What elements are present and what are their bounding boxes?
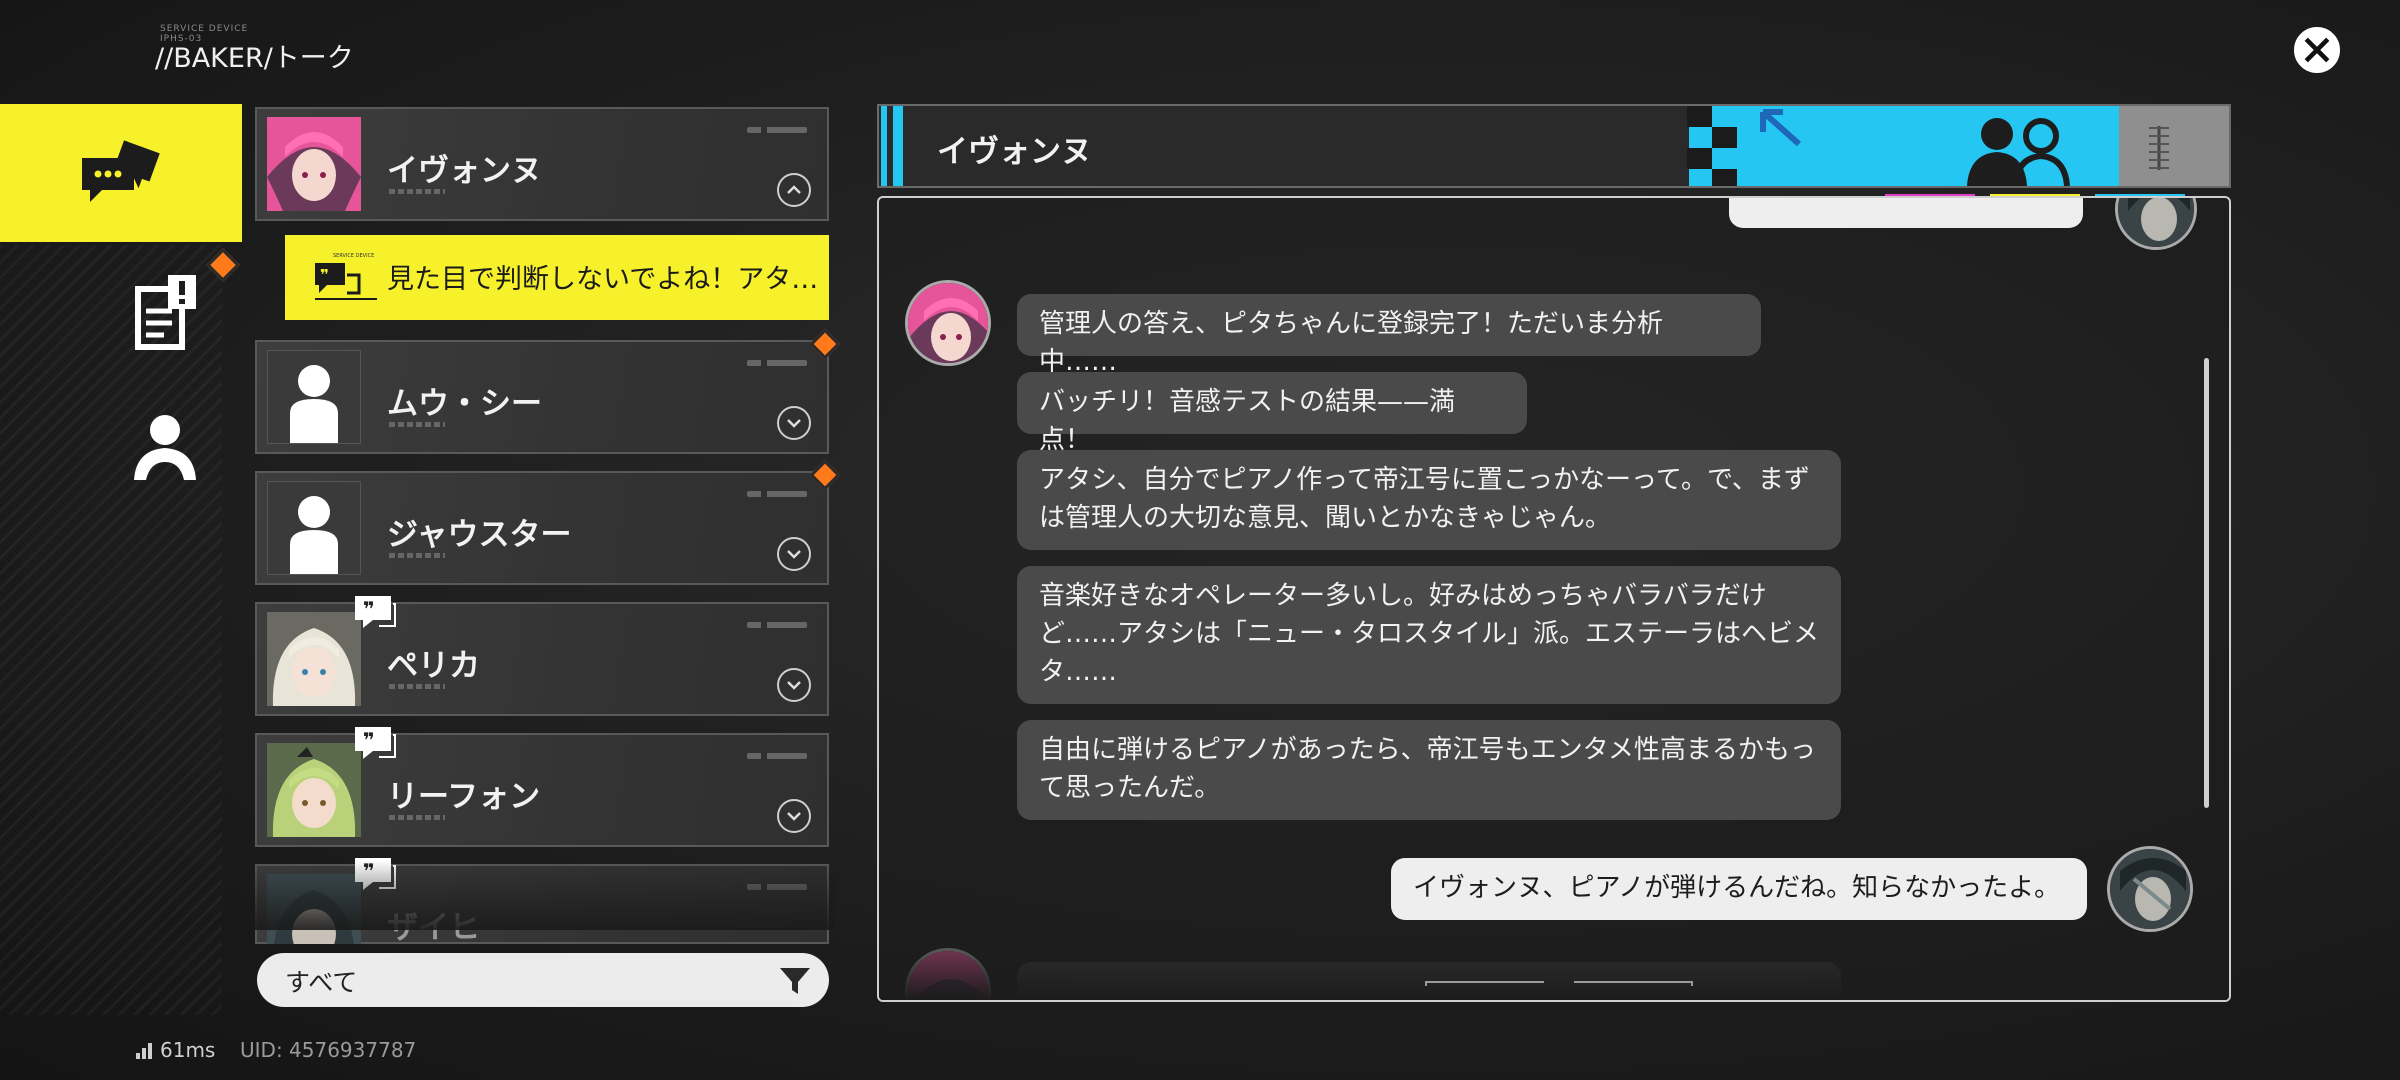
contact-card[interactable]: ジャウスター (255, 459, 841, 585)
contact-name: ムウ・シー (387, 386, 542, 422)
svg-text:❞: ❞ (363, 597, 375, 621)
message-bubble: 音楽好きなオペレーター多いし。好みはめっちゃバラバラだけど……アタシは「ニュー・… (1017, 566, 1841, 704)
chevron-down-icon (787, 419, 801, 428)
accent-bar (893, 106, 903, 186)
preview-text: 見た目で判断しないでよね！アタ… (387, 264, 819, 295)
list-fade (255, 860, 835, 930)
page-title: //BAKER/トーク (155, 43, 354, 74)
notification-dot (809, 328, 841, 360)
self-avatar (2107, 846, 2193, 932)
svg-text:❞: ❞ (363, 728, 375, 752)
message-bubble: バッチリ！音感テストの結果——満点！ (1017, 372, 1527, 455)
chat-body[interactable]: 管理人の答え、ピタちゃんに登録完了！ただいま分析中…… バッチリ！音感テストの結… (877, 196, 2231, 1002)
partner-avatar (905, 280, 991, 366)
chat-fade (879, 940, 2229, 1000)
message-preview[interactable]: SERVICE DEVICE ❞ 見た目で判断しないでよね！アタ… (285, 235, 829, 320)
scrollbar[interactable] (2204, 358, 2209, 808)
message-bubble-clipped (1729, 198, 2083, 228)
avatar (2115, 198, 2197, 250)
ping-value: 61ms (160, 1038, 216, 1062)
message-bubble-self: イヴォンヌ、ピアノが弾けるんだね。知らなかったよ。 (1391, 858, 2087, 920)
person-icon[interactable] (130, 410, 200, 482)
uid-label: UID: 4576937787 (240, 1038, 417, 1062)
avatar (267, 481, 361, 575)
expand-button[interactable] (777, 799, 811, 833)
filter-label: すべて (285, 968, 358, 997)
notice-document-icon[interactable] (130, 275, 200, 355)
avatar (267, 350, 361, 444)
avatar (267, 117, 361, 211)
chat-bubbles-icon (82, 140, 160, 202)
expand-button[interactable] (777, 406, 811, 440)
expand-button[interactable] (777, 668, 811, 702)
message-preview-icon: SERVICE DEVICE ❞ (315, 253, 377, 300)
contact-name: ペリカ (387, 648, 480, 684)
avatar (267, 743, 361, 837)
message-bubble: アタシ、自分でピアノ作って帝江号に置こっかなーって。で、まずは管理人の大切な意見… (1017, 450, 1841, 550)
close-x-icon (2297, 30, 2337, 70)
decoration (389, 815, 445, 820)
quote-icon: ❞ (355, 596, 396, 628)
expand-button[interactable] (777, 537, 811, 571)
quote-icon: ❞ (355, 727, 396, 759)
filter-funnel-icon (780, 968, 810, 994)
contact-card[interactable]: ムウ・シー (255, 328, 841, 454)
contact-name: イヴォンヌ (387, 153, 542, 189)
svg-text:SERVICE DEVICE: SERVICE DEVICE (333, 253, 374, 259)
decoration (747, 622, 807, 628)
message-bubble: 管理人の答え、ピタちゃんに登録完了！ただいま分析中…… (1017, 294, 1761, 377)
contact-name: ジャウスター (387, 517, 572, 553)
arrow-decoration (1760, 109, 1801, 147)
decoration (389, 553, 445, 558)
close-button[interactable] (2294, 27, 2340, 73)
decoration (747, 360, 807, 366)
rail-item-talk[interactable] (0, 104, 242, 242)
rail-background (0, 245, 222, 1015)
svg-text:❞: ❞ (320, 266, 329, 284)
decoration (389, 422, 445, 427)
chevron-down-icon (787, 681, 801, 690)
chat-partner-name: イヴォンヌ (937, 134, 1092, 170)
group-people-icon (1967, 118, 2070, 186)
decoration (389, 189, 445, 194)
contact-card[interactable]: ❞ ペリカ (255, 596, 829, 716)
decoration (747, 491, 807, 497)
accent-bar (881, 106, 887, 186)
header-end-block (2119, 106, 2229, 186)
filter-dropdown[interactable]: すべて (257, 953, 829, 1007)
decoration (747, 753, 807, 759)
contact-card[interactable]: ❞ リーフォン (255, 727, 829, 847)
signal-icon (136, 1043, 152, 1059)
bottom-decoration (1425, 981, 1693, 986)
chevron-up-icon (787, 185, 801, 194)
contact-card[interactable]: イヴォンヌ (255, 107, 829, 221)
chevron-down-icon (787, 812, 801, 821)
message-bubble: 自由に弾けるピアノがあったら、帝江号もエンタメ性高まるかもって思ったんだ。 (1017, 720, 1841, 820)
avatar (267, 612, 361, 706)
checker-pattern (1687, 106, 1737, 186)
notification-dot (809, 459, 841, 491)
decoration (747, 127, 807, 133)
decoration (389, 684, 445, 689)
collapse-button[interactable] (777, 173, 811, 207)
chevron-down-icon (787, 550, 801, 559)
contact-name: リーフォン (387, 779, 541, 815)
chat-header: イヴォンヌ (877, 104, 2231, 188)
